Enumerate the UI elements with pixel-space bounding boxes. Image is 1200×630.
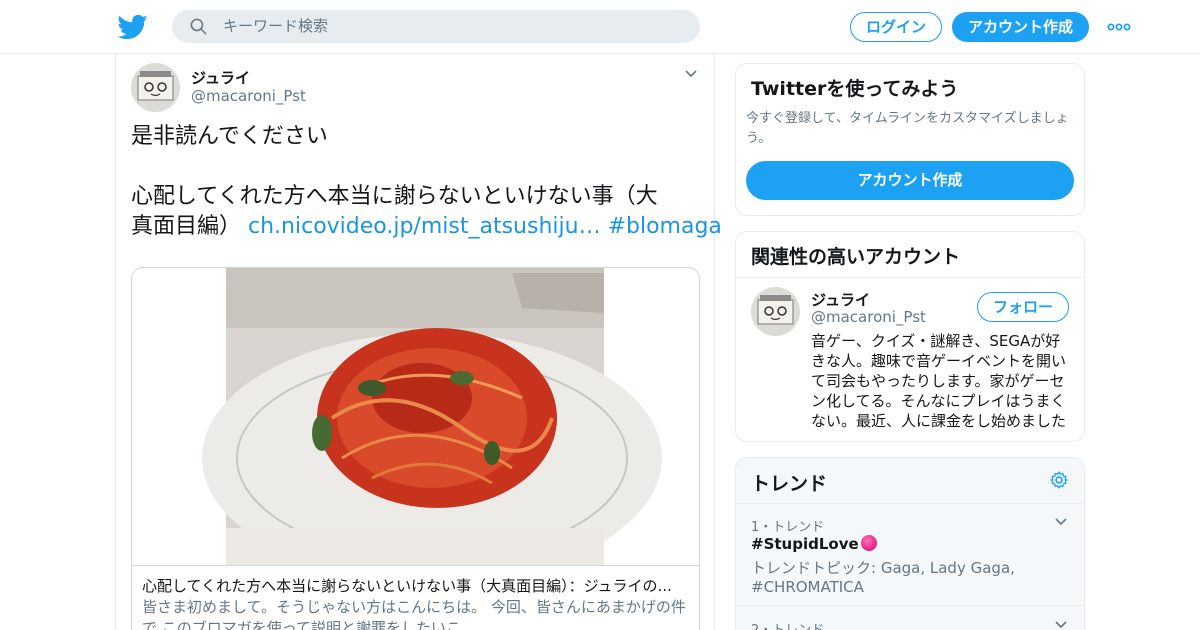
card-description: 皆さま初めまして。そうじゃない方はこんにちは。 今回、皆さんにあまかげの件で こ… <box>142 598 686 630</box>
chevron-down-icon[interactable] <box>684 68 698 80</box>
signup-prompt-desc: 今すぐ登録して、タイムラインをカスタマイズしましょう。 <box>746 111 1069 146</box>
top-nav-bar: キーワード検索 ログイン アカウント作成 <box>0 0 1200 54</box>
gear-icon[interactable] <box>1049 470 1069 490</box>
avatar-image <box>131 63 180 112</box>
pasta-photo <box>132 268 699 565</box>
related-accounts-title: 関連性の高いアカウント <box>751 246 961 268</box>
signup-button[interactable]: アカウント作成 <box>952 12 1089 42</box>
author-handle[interactable]: @macaroni_Pst <box>191 87 306 105</box>
divider <box>736 605 1084 606</box>
tweet-hashtag[interactable]: #blomaga <box>608 214 722 239</box>
chevron-down-icon[interactable] <box>1054 516 1068 528</box>
card-image <box>132 268 699 565</box>
tweet-line-2: 心配してくれた方へ本当に謝らないといけない事（大 <box>131 184 658 209</box>
more-dots-icon[interactable] <box>1105 19 1133 35</box>
login-button[interactable]: ログイン <box>850 12 942 42</box>
signup-prompt-title: Twitterを使ってみよう <box>751 78 959 100</box>
heart-emoji-icon <box>860 535 877 551</box>
trends-panel: トレンド 1・トレンド #StupidLove トレンドトピック: Gaga, … <box>735 457 1085 630</box>
avatar[interactable] <box>751 287 800 336</box>
signup-prompt-panel: Twitterを使ってみよう 今すぐ登録して、タイムラインをカスタマイズしましょ… <box>735 63 1085 216</box>
author-name[interactable]: ジュライ <box>191 67 250 88</box>
divider <box>736 503 1084 504</box>
tweet-line-3: 真面目編） <box>131 214 242 239</box>
chevron-down-icon[interactable] <box>1054 619 1068 630</box>
avatar-image <box>751 287 800 336</box>
twitter-bird-icon[interactable] <box>118 12 148 42</box>
card-title: 心配してくれた方へ本当に謝らないといけない事（大真面目編）：ジュライの... <box>142 577 672 595</box>
trend-name[interactable]: #StupidLove <box>751 535 877 553</box>
search-bar[interactable]: キーワード検索 <box>172 10 700 43</box>
avatar[interactable] <box>131 63 180 112</box>
follow-button[interactable]: フォロー <box>977 292 1069 322</box>
trend-rank: 1・トレンド <box>751 520 825 535</box>
related-account-name[interactable]: ジュライ <box>811 289 870 310</box>
related-accounts-panel: 関連性の高いアカウント ジュライ @macaroni_Pst フォロー 音ゲー、… <box>735 231 1085 442</box>
trend-rank: 2・トレンド <box>751 619 824 630</box>
related-account-handle[interactable]: @macaroni_Pst <box>811 308 926 326</box>
search-icon <box>190 18 207 35</box>
signup-cta-button[interactable]: アカウント作成 <box>746 161 1074 200</box>
trends-title: トレンド <box>751 473 828 495</box>
trend-topic: トレンドトピック: Gaga, Lady Gaga, #CHROMATICA <box>751 559 1015 596</box>
link-preview-card[interactable]: 心配してくれた方へ本当に謝らないといけない事（大真面目編）：ジュライの... 皆… <box>131 267 700 630</box>
tweet-text: 是非読んでください 心配してくれた方へ本当に謝らないといけない事（大 真面目編）… <box>131 122 722 242</box>
search-placeholder: キーワード検索 <box>223 17 329 35</box>
divider <box>736 277 1084 278</box>
card-body: 心配してくれた方へ本当に謝らないといけない事（大真面目編）：ジュライの... 皆… <box>132 565 699 630</box>
related-account-bio: 音ゲー、クイズ・謎解き、SEGAが好きな人。趣味で音ゲーイベントを開いて司会もや… <box>811 332 1067 430</box>
tweet-link[interactable]: ch.nicovideo.jp/mist_atsushiju… <box>248 214 601 239</box>
tweet-column: ジュライ @macaroni_Pst 是非読んでください 心配してくれた方へ本当… <box>115 54 722 630</box>
tweet-line-1: 是非読んでください <box>131 124 328 149</box>
